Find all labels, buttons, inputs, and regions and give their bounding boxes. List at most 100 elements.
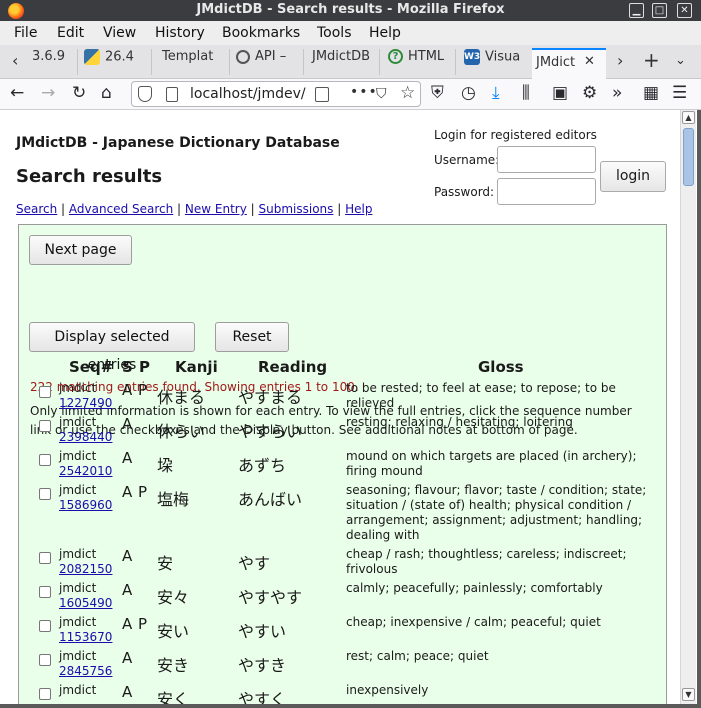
username-label: Username: xyxy=(434,153,500,167)
page-info-icon[interactable] xyxy=(166,87,178,102)
reload-icon[interactable]: ↻ xyxy=(72,83,86,103)
link-advanced-search[interactable]: Advanced Search xyxy=(69,202,173,216)
link-submissions[interactable]: Submissions xyxy=(259,202,334,216)
seq-link[interactable]: 2845756 xyxy=(59,664,112,678)
tracking-protection-icon[interactable] xyxy=(138,86,152,102)
tab-python-369[interactable]: 3.6.9 xyxy=(28,49,78,75)
home-icon[interactable]: ⌂ xyxy=(101,83,112,103)
link-new-entry[interactable]: New Entry xyxy=(185,202,247,216)
bookmark-star-icon[interactable]: ☆ xyxy=(400,83,415,103)
login-title: Login for registered editors xyxy=(434,128,597,142)
menu-tools[interactable]: Tools xyxy=(317,25,352,41)
tab-jmdictdb[interactable]: JMdictDB xyxy=(308,49,380,75)
seq-link[interactable]: 2398440 xyxy=(59,430,112,444)
reader-icon[interactable]: ▣ xyxy=(552,83,568,103)
vertical-scrollbar[interactable]: ▲ ▼ xyxy=(680,110,696,704)
extensions-icon[interactable]: ▦ xyxy=(643,83,659,103)
display-selected-button[interactable]: Display selected entries xyxy=(29,322,195,373)
page-title: Search results xyxy=(16,166,163,187)
site-title: JMdictDB - Japanese Dictionary Database xyxy=(16,135,340,151)
header-reading: Reading xyxy=(258,358,328,376)
reader-view-icon[interactable] xyxy=(315,87,329,102)
back-icon[interactable]: ← xyxy=(10,83,24,103)
header-p: P xyxy=(139,358,150,376)
pocket-icon[interactable]: ⛉ xyxy=(376,86,387,102)
menu-file[interactable]: File xyxy=(14,25,37,41)
row-checkbox[interactable] xyxy=(39,454,51,466)
row-checkbox[interactable] xyxy=(39,488,51,500)
tab-python-264[interactable]: 26.4 xyxy=(80,49,152,75)
reset-button[interactable]: Reset xyxy=(215,322,289,352)
seq-link[interactable]: 1586960 xyxy=(59,498,112,512)
tab-list-chevron-down-icon[interactable]: ⌄ xyxy=(675,53,686,68)
url-bar[interactable]: localhost/jmdev/ ••• ⛉ ☆ xyxy=(131,81,421,107)
seq-link[interactable]: 2542010 xyxy=(59,464,112,478)
scrollbar-thumb[interactable] xyxy=(683,128,694,186)
close-tab-icon[interactable]: ✕ xyxy=(584,54,595,69)
downloads-icon[interactable]: ⤓ xyxy=(492,83,500,103)
window-titlebar: JMdictDB - Search results - Mozilla Fire… xyxy=(0,0,701,21)
next-page-button[interactable]: Next page xyxy=(29,235,132,265)
forward-icon[interactable]: → xyxy=(41,83,55,103)
url-text[interactable]: localhost/jmdev/ xyxy=(190,86,308,102)
seq-link[interactable]: 1605490 xyxy=(59,596,112,610)
password-label: Password: xyxy=(434,185,495,199)
row-checkbox[interactable] xyxy=(39,654,51,666)
link-search[interactable]: Search xyxy=(16,202,57,216)
help-circle-icon: ? xyxy=(388,49,403,64)
tabs-scroll-right-icon[interactable]: › xyxy=(617,51,623,70)
username-input[interactable] xyxy=(497,146,596,173)
page-viewport: JMdictDB - Japanese Dictionary Database … xyxy=(0,110,680,708)
tabs-scroll-left-icon[interactable]: ‹ xyxy=(12,51,18,70)
api-site-icon xyxy=(236,49,250,64)
scroll-down-icon[interactable]: ▼ xyxy=(682,688,695,701)
page-actions-icon[interactable]: ••• xyxy=(350,84,378,100)
new-tab-icon[interactable]: + xyxy=(643,48,660,72)
maximize-icon[interactable]: □ xyxy=(652,3,667,18)
menu-view[interactable]: View xyxy=(103,25,136,41)
overflow-chevron-icon[interactable]: » xyxy=(612,83,622,103)
gear-icon[interactable]: ⚙ xyxy=(582,83,597,103)
tab-templates[interactable]: Templat xyxy=(158,49,230,75)
w3c-icon: W3 xyxy=(464,49,480,65)
header-gloss: Gloss xyxy=(478,358,524,376)
close-window-icon[interactable]: ✕ xyxy=(677,3,692,18)
library-icon[interactable]: ⫼ xyxy=(522,83,530,103)
tab-jmdict-active[interactable]: JMdict ✕ xyxy=(532,48,606,79)
password-input[interactable] xyxy=(497,178,596,205)
tab-visual[interactable]: W3 Visua xyxy=(460,49,530,75)
tab-api[interactable]: API – xyxy=(232,49,304,75)
row-checkbox[interactable] xyxy=(39,586,51,598)
menu-edit[interactable]: Edit xyxy=(57,25,84,41)
menu-history[interactable]: History xyxy=(155,25,205,41)
history-clock-icon[interactable]: ◷ xyxy=(461,83,476,103)
site-nav-links: Search | Advanced Search | New Entry | S… xyxy=(16,202,373,216)
row-checkbox[interactable] xyxy=(39,420,51,432)
window-title: JMdictDB - Search results - Mozilla Fire… xyxy=(196,2,505,17)
tab-bar: ‹ 3.6.9 26.4 Templat API – JMdictDB ? HTM… xyxy=(0,45,701,79)
scroll-up-icon[interactable]: ▲ xyxy=(682,111,695,124)
menu-help[interactable]: Help xyxy=(369,25,401,41)
seq-link[interactable]: 2082150 xyxy=(59,562,112,576)
tab-html[interactable]: ? HTML xyxy=(384,49,456,75)
seq-link[interactable]: 1153670 xyxy=(59,630,112,644)
minimize-icon[interactable]: ▁ xyxy=(629,3,644,18)
shield-icon[interactable]: ⛨ xyxy=(431,83,444,103)
window-border xyxy=(697,110,701,708)
row-checkbox[interactable] xyxy=(39,688,51,700)
python-icon xyxy=(84,49,100,65)
row-checkbox[interactable] xyxy=(39,620,51,632)
row-checkbox[interactable] xyxy=(39,552,51,564)
results-panel: Next page 222 matching entries found. Sh… xyxy=(18,224,667,708)
login-button[interactable]: login xyxy=(600,161,666,192)
row-checkbox[interactable] xyxy=(39,386,51,398)
header-s: S xyxy=(122,358,133,376)
seq-link[interactable]: 1227490 xyxy=(59,396,112,410)
window-border xyxy=(0,704,697,708)
hamburger-menu-icon[interactable]: ☰ xyxy=(672,83,687,103)
link-help[interactable]: Help xyxy=(345,202,372,216)
menu-bar: File Edit View History Bookmarks Tools H… xyxy=(0,21,701,45)
header-kanji: Kanji xyxy=(175,358,218,376)
navigation-toolbar: ← → ↻ ⌂ localhost/jmdev/ ••• ⛉ ☆ ⛨ ◷ ⤓ ⫼… xyxy=(0,79,701,110)
menu-bookmarks[interactable]: Bookmarks xyxy=(222,25,300,41)
